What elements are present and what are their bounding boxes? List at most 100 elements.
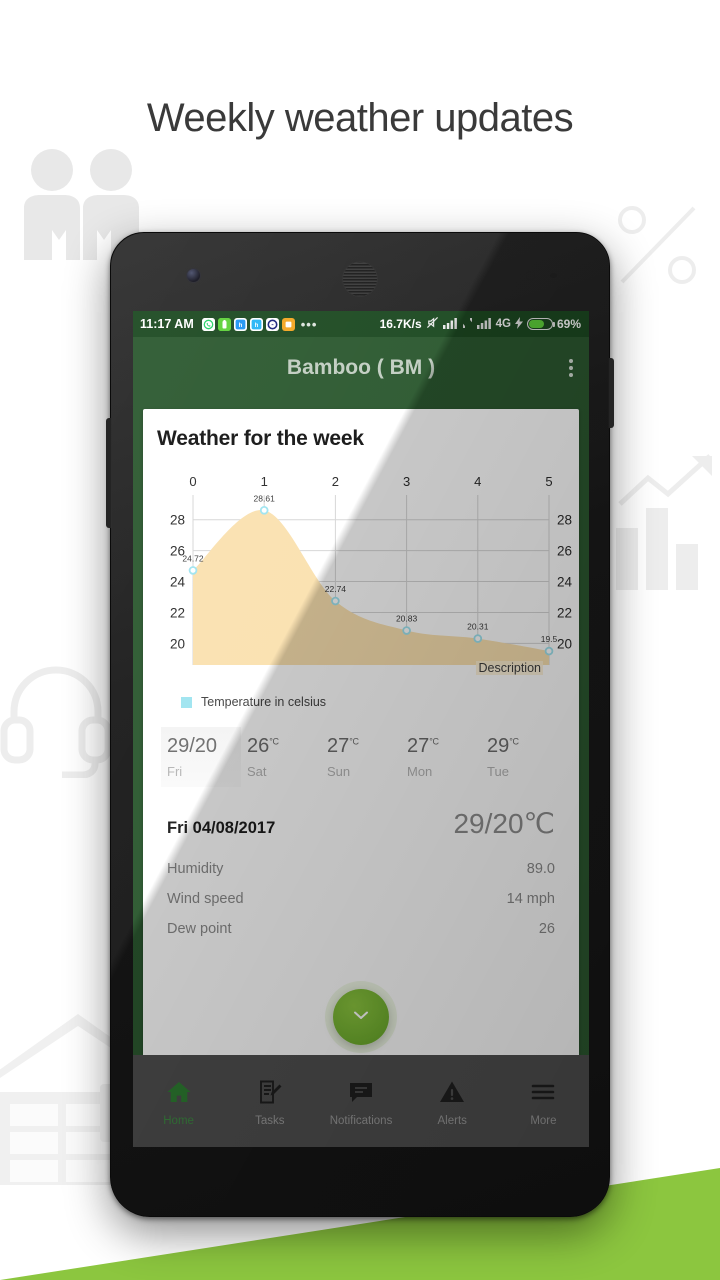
detail-row: Wind speed 14 mph <box>167 884 555 914</box>
nav-item-label: Tasks <box>255 1115 285 1127</box>
phone-top-bezel <box>111 233 609 311</box>
bottom-navigation: Home Tasks Notifications Alerts More <box>133 1055 589 1147</box>
svg-text:22: 22 <box>170 605 185 620</box>
svg-text:3: 3 <box>403 474 410 489</box>
chart-svg: 0 1 2 3 4 528 2826 2624 2422 2220 2024.7228.6122.7… <box>170 474 573 665</box>
forecast-day-unit: °C <box>509 736 519 747</box>
svg-text:28: 28 <box>170 513 185 528</box>
weather-card: Weather for the week 0 1 2 3 4 5 28 28 26 26 24 24 2… <box>143 409 579 1061</box>
svg-text:20: 20 <box>170 636 185 651</box>
forecast-day-name: Sun <box>327 764 351 779</box>
forecast-day-sun[interactable]: 27°C Sun <box>321 727 401 787</box>
more-icon <box>498 1075 589 1109</box>
svg-text:1: 1 <box>261 474 268 489</box>
forecast-day-name: Tue <box>487 764 509 779</box>
status-app-icons: h h <box>201 317 295 331</box>
data-transfer-icon <box>462 317 473 332</box>
nav-item-label: Home <box>163 1115 194 1127</box>
nav-item-label: Notifications <box>329 1115 393 1127</box>
signal-bars-icon <box>442 317 458 332</box>
power-button[interactable] <box>608 358 614 428</box>
status-right-cluster: 16.7K/s 4G 69% <box>380 316 581 332</box>
expand-fab[interactable] <box>333 989 389 1045</box>
front-camera-icon <box>187 269 200 282</box>
legend-label: Temperature in celsius <box>201 695 327 709</box>
detail-temperature: 29/20℃ <box>453 808 555 839</box>
svg-text:28: 28 <box>557 513 572 528</box>
light-sensor-icon <box>550 273 557 278</box>
forecast-day-temp: 29/20 <box>167 735 218 757</box>
battery-icon <box>526 318 555 330</box>
page-title: Weekly weather updates <box>146 96 574 140</box>
phone-mockup: 11:17 AM h h ••• 16.7K/s 4G 69% Bamboo (… <box>106 232 614 1217</box>
phone-screen: 11:17 AM h h ••• 16.7K/s 4G 69% Bamboo (… <box>133 311 589 1147</box>
detail-rows: Humidity 89.0 Wind speed 14 mph Dew point 26 <box>157 840 565 944</box>
detail-row-label: Dew point <box>167 921 232 937</box>
svg-text:24.72: 24.72 <box>182 553 204 563</box>
nav-item-home[interactable]: Home <box>133 1075 224 1127</box>
proximity-sensor-icon <box>526 271 535 280</box>
nav-item-more[interactable]: More <box>498 1075 589 1127</box>
svg-text:2: 2 <box>332 474 339 489</box>
chart-legend: Temperature in celsius <box>157 695 565 709</box>
orange-app-icon <box>281 317 295 331</box>
detail-header: Fri 04/08/2017 29/20℃ <box>157 787 565 840</box>
detail-date: Fri 04/08/2017 <box>167 819 276 837</box>
status-network-type: 4G <box>495 318 511 330</box>
volume-button[interactable] <box>106 418 112 528</box>
blue-app-icon-2: h <box>249 317 263 331</box>
svg-text:20: 20 <box>557 636 572 651</box>
status-data-speed: 16.7K/s <box>379 317 422 331</box>
forecast-day-mon[interactable]: 27°C Mon <box>401 727 481 787</box>
earpiece-speaker-icon <box>342 261 378 297</box>
lightning-bolt-icon <box>514 316 523 332</box>
svg-text:5: 5 <box>545 474 552 489</box>
messenger-icon <box>265 317 279 331</box>
headset-icon <box>0 660 110 778</box>
bar-chart-icon <box>614 452 720 592</box>
overflow-menu-icon[interactable] <box>569 359 573 377</box>
status-more-dots: ••• <box>300 316 318 332</box>
card-title: Weather for the week <box>157 427 364 450</box>
svg-text:22: 22 <box>557 605 572 620</box>
alerts-icon <box>407 1075 498 1109</box>
forecast-day-tue[interactable]: 29°C Tue <box>481 727 561 787</box>
percent-icon <box>608 196 708 296</box>
svg-text:24: 24 <box>170 575 186 590</box>
app-bar: Bamboo ( BM ) <box>133 337 589 399</box>
forecast-day-unit: °C <box>349 736 359 747</box>
svg-text:4: 4 <box>474 474 481 489</box>
forecast-day-temp: 27°C <box>407 735 439 757</box>
nav-item-label: More <box>530 1115 557 1127</box>
forecast-day-name: Mon <box>407 764 433 779</box>
detail-row-label: Humidity <box>167 861 224 877</box>
forecast-day-unit: °C <box>269 736 279 747</box>
forecast-day-sat[interactable]: 26°C Sat <box>241 727 321 787</box>
svg-text:28.61: 28.61 <box>254 493 276 503</box>
weather-chart[interactable]: 0 1 2 3 4 5 28 28 26 26 24 24 22 22 20 20 24.72 28.61 22.7… <box>157 469 573 681</box>
mute-icon <box>426 316 439 332</box>
svg-text:h: h <box>238 323 242 329</box>
forecast-day-temp: 27°C <box>327 735 359 757</box>
nav-item-notifications[interactable]: Notifications <box>315 1075 406 1127</box>
status-time: 11:17 AM <box>140 317 194 331</box>
detail-row-value: 14 mph <box>506 891 555 907</box>
whatsapp-icon <box>201 317 215 331</box>
home-icon <box>133 1075 224 1109</box>
detail-row: Dew point 26 <box>167 914 555 944</box>
nav-item-tasks[interactable]: Tasks <box>224 1075 315 1127</box>
battery-app-icon <box>217 317 231 331</box>
phone-bottom-bezel <box>111 1145 609 1216</box>
nav-item-alerts[interactable]: Alerts <box>407 1075 498 1127</box>
tasks-icon <box>224 1075 315 1109</box>
status-bar: 11:17 AM h h ••• 16.7K/s 4G 69% <box>133 311 589 337</box>
detail-row: Humidity 89.0 <box>167 854 555 884</box>
notifications-icon <box>315 1075 406 1109</box>
detail-row-value: 89.0 <box>526 861 555 877</box>
forecast-day-temp: 29°C <box>487 735 519 757</box>
forecast-day-fri[interactable]: 29/20 Fri <box>161 727 241 787</box>
detail-row-value: 26 <box>538 921 555 937</box>
svg-text:22.74: 22.74 <box>325 584 347 594</box>
blue-app-icon: h <box>233 317 247 331</box>
svg-text:26: 26 <box>557 544 572 559</box>
